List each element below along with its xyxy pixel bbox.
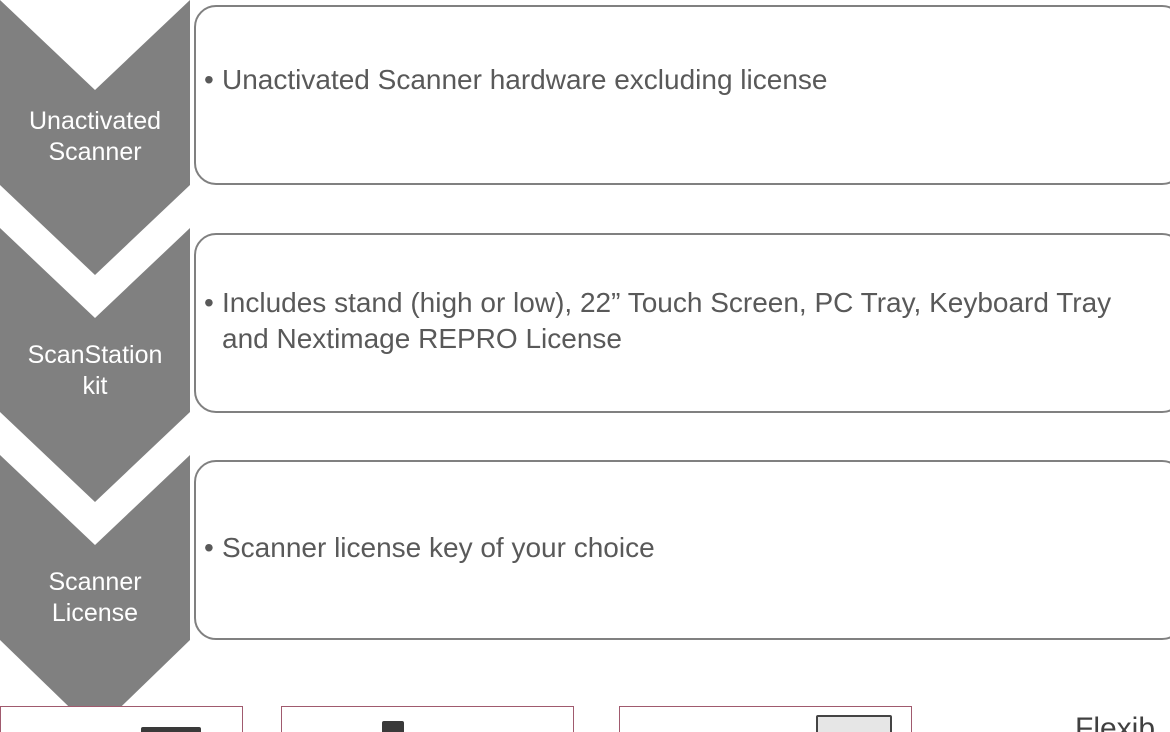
bullet-symbol: • [204, 532, 214, 563]
scanner-image [382, 721, 404, 732]
step-2-label: ScanStation kit [27, 341, 163, 400]
step-3-bullet-text: Scanner license key of your choice [222, 532, 655, 563]
step-3-description-box: • Scanner license key of your choice [194, 460, 1170, 640]
process-diagram: Unactivated Scanner ScanStation kit Scan… [0, 0, 1170, 732]
screen-image [816, 715, 892, 732]
product-image-3 [619, 706, 912, 732]
step-3-bullet: • Scanner license key of your choice [196, 530, 1170, 566]
product-image-1 [0, 706, 243, 732]
step-2-bullet: • Includes stand (high or low), 22” Touc… [196, 285, 1170, 357]
step-1-bullet-text: Unactivated Scanner hardware excluding l… [222, 64, 828, 95]
bullet-symbol: • [204, 64, 214, 95]
step-1-description-box: • Unactivated Scanner hardware excluding… [194, 5, 1170, 185]
step-2-bullet-text: Includes stand (high or low), 22” Touch … [222, 287, 1112, 354]
step-1-bullet: • Unactivated Scanner hardware excluding… [196, 62, 1170, 98]
monitor-image [141, 727, 201, 732]
step-2-description-box: • Includes stand (high or low), 22” Touc… [194, 233, 1170, 413]
product-image-2 [281, 706, 574, 732]
bullet-symbol: • [204, 287, 214, 318]
partial-heading: Flexib [1075, 712, 1156, 732]
step-3-label: Scanner License [48, 568, 142, 627]
step-1-label: Unactivated Scanner [28, 107, 162, 166]
